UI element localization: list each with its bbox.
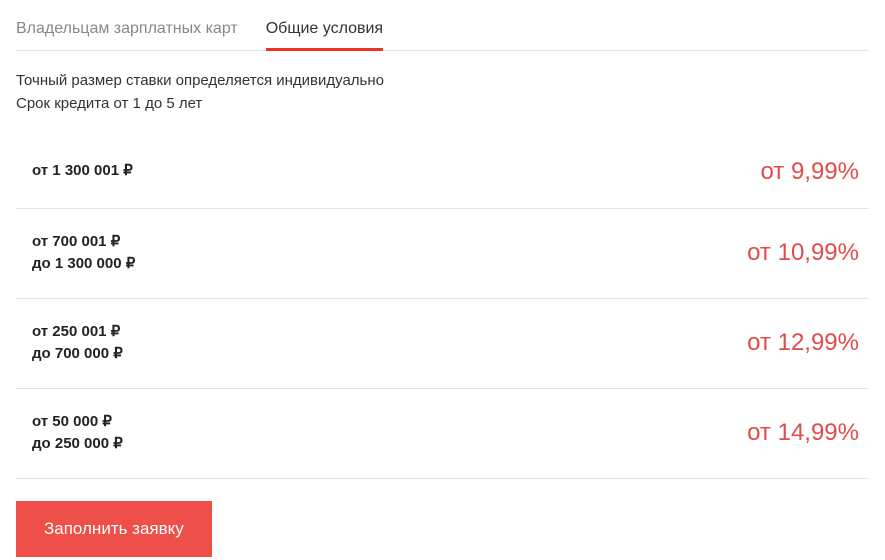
range-to: до 250 000 ₽: [32, 433, 123, 456]
rate-row: от 250 001 ₽ до 700 000 ₽ от 12,99%: [16, 299, 869, 389]
rate-range: от 50 000 ₽ до 250 000 ₽: [32, 411, 123, 456]
range-from: от 700 001 ₽: [32, 231, 135, 254]
tabs: Владельцам зарплатных карт Общие условия: [16, 0, 869, 51]
rate-value: от 9,99%: [760, 158, 859, 186]
rate-range: от 1 300 001 ₽: [32, 160, 133, 183]
rate-value: от 14,99%: [747, 419, 859, 447]
intro-text: Точный размер ставки определяется индиви…: [16, 69, 869, 116]
tab-salary-card-holders[interactable]: Владельцам зарплатных карт: [16, 10, 238, 50]
rate-row: от 700 001 ₽ до 1 300 000 ₽ от 10,99%: [16, 209, 869, 299]
rate-range: от 250 001 ₽ до 700 000 ₽: [32, 321, 123, 366]
rate-value: от 12,99%: [747, 329, 859, 357]
apply-button[interactable]: Заполнить заявку: [16, 501, 212, 557]
range-from: от 250 001 ₽: [32, 321, 123, 344]
rates-table: от 1 300 001 ₽ от 9,99% от 700 001 ₽ до …: [16, 136, 869, 479]
range-to: до 1 300 000 ₽: [32, 253, 135, 276]
rate-row: от 50 000 ₽ до 250 000 ₽ от 14,99%: [16, 389, 869, 479]
tab-general-conditions[interactable]: Общие условия: [266, 10, 383, 50]
intro-line-1: Точный размер ставки определяется индиви…: [16, 69, 869, 92]
intro-line-2: Срок кредита от 1 до 5 лет: [16, 92, 869, 115]
rate-row: от 1 300 001 ₽ от 9,99%: [16, 136, 869, 209]
range-from: от 50 000 ₽: [32, 411, 123, 434]
range-from: от 1 300 001 ₽: [32, 160, 133, 183]
rate-range: от 700 001 ₽ до 1 300 000 ₽: [32, 231, 135, 276]
range-to: до 700 000 ₽: [32, 343, 123, 366]
rate-value: от 10,99%: [747, 239, 859, 267]
